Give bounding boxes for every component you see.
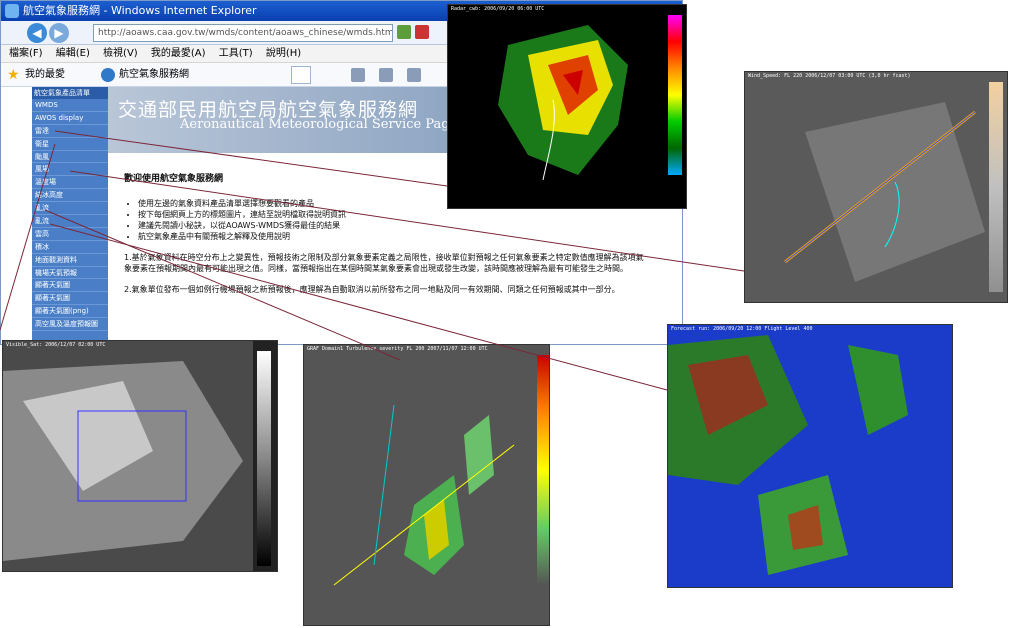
arrow-wind	[69, 170, 745, 272]
arrow-satellite	[0, 143, 56, 331]
arrow-forecast	[49, 223, 668, 391]
arrow-turbulence	[44, 209, 401, 361]
callout-arrows	[0, 130, 745, 391]
composite-figure: 航空氣象服務網 - Windows Internet Explorer ◀ ▶ …	[0, 0, 1011, 628]
